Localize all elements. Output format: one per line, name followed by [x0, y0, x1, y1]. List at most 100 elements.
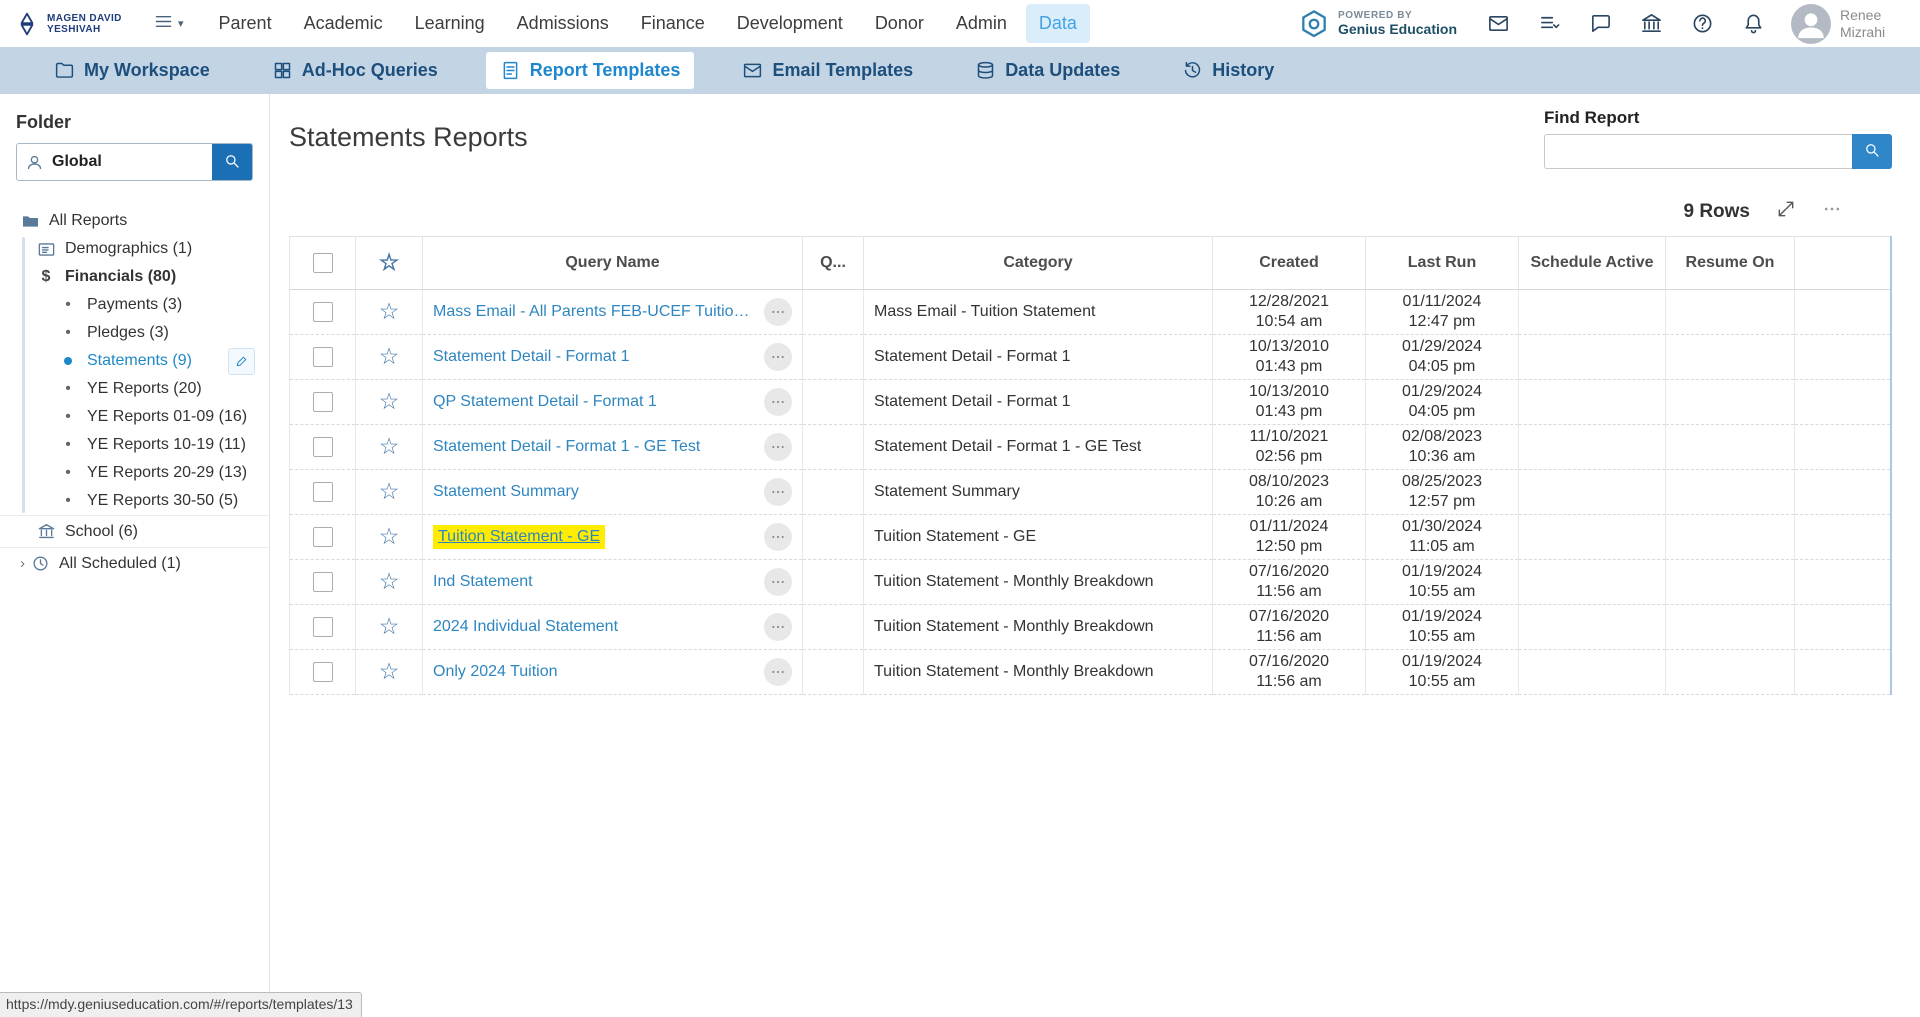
report-link[interactable]: Tuition Statement - GE: [433, 525, 606, 549]
row-actions-button[interactable]: [764, 478, 792, 506]
nav-item-data[interactable]: Data: [1025, 4, 1090, 43]
hamburger-menu-button[interactable]: ▾: [153, 11, 184, 37]
organization-icon[interactable]: [1640, 12, 1663, 35]
row-checkbox[interactable]: [312, 302, 333, 322]
column-header-resume-on[interactable]: Resume On: [1665, 236, 1795, 290]
row-checkbox[interactable]: [312, 482, 333, 502]
grid-menu-button[interactable]: [1822, 199, 1842, 224]
column-header-category[interactable]: Category: [863, 236, 1213, 290]
row-checkbox[interactable]: [312, 617, 333, 637]
report-link[interactable]: Ind Statement: [433, 573, 533, 591]
sidebar-item-financials-80[interactable]: $ Financials (80): [0, 263, 269, 291]
row-checkbox[interactable]: [312, 662, 333, 682]
report-row: ☆ 2024 Individual Statement Tuition Statem…: [289, 604, 1892, 650]
row-actions-button[interactable]: [764, 613, 792, 641]
selected-dot-icon: [58, 357, 78, 365]
star-icon[interactable]: ☆: [379, 298, 400, 324]
find-report-search-button[interactable]: [1852, 134, 1892, 169]
star-icon[interactable]: ☆: [379, 343, 400, 369]
nav-item-donor[interactable]: Donor: [862, 4, 937, 43]
row-checkbox[interactable]: [312, 437, 333, 457]
column-header-q[interactable]: Q...: [802, 236, 864, 290]
folder-search-input[interactable]: [50, 144, 212, 180]
folder-search-button[interactable]: [212, 144, 252, 180]
sidebar-item-ye-reports-30-50-5[interactable]: • YE Reports 30-50 (5): [0, 487, 269, 515]
column-header-query-name[interactable]: Query Name: [422, 236, 803, 290]
cell-query-name: Mass Email - All Parents FEB-UCEF Tuitio…: [422, 289, 803, 335]
expand-grid-button[interactable]: [1776, 199, 1796, 224]
row-checkbox[interactable]: [312, 392, 333, 412]
envelope-icon[interactable]: [1487, 12, 1510, 35]
sidebar-item-label: Payments (3): [87, 296, 183, 313]
sidebar-item-ye-reports-20[interactable]: • YE Reports (20): [0, 375, 269, 403]
created-time: 11:56 am: [1256, 628, 1322, 645]
star-icon[interactable]: ☆: [379, 388, 400, 414]
star-icon[interactable]: ☆: [379, 478, 400, 504]
cell-last-run: 01/29/2024 04:05 pm: [1365, 379, 1519, 425]
star-icon[interactable]: ☆: [379, 523, 400, 549]
edit-folder-button[interactable]: [228, 347, 255, 375]
sidebar-item-demographics-1[interactable]: Demographics (1): [0, 235, 269, 263]
column-header-last-run[interactable]: Last Run: [1365, 236, 1519, 290]
tab-report-templates[interactable]: Report Templates: [485, 52, 695, 89]
sidebar-item-statements-9[interactable]: Statements (9): [0, 347, 269, 375]
report-link[interactable]: 2024 Individual Statement: [433, 618, 618, 636]
column-header-created[interactable]: Created: [1212, 236, 1366, 290]
row-checkbox[interactable]: [312, 347, 333, 367]
report-link[interactable]: Statement Detail - Format 1: [433, 348, 630, 366]
user-menu[interactable]: Renee Mizrahi: [1791, 3, 1904, 44]
sidebar-item-school-6[interactable]: School (6): [0, 515, 269, 547]
nav-item-academic[interactable]: Academic: [291, 4, 396, 43]
sidebar-item-ye-reports-10-19-11[interactable]: • YE Reports 10-19 (11): [0, 431, 269, 459]
column-header-schedule-active[interactable]: Schedule Active: [1518, 236, 1666, 290]
nav-item-development[interactable]: Development: [724, 4, 856, 43]
row-actions-button[interactable]: [764, 433, 792, 461]
tab-email-templates[interactable]: Email Templates: [728, 52, 927, 89]
school-logo[interactable]: MAGEN DAVID YESHIVAH: [14, 11, 139, 37]
row-actions-button[interactable]: [764, 388, 792, 416]
report-link[interactable]: Statement Detail - Format 1 - GE Test: [433, 438, 700, 456]
sidebar-item-all-scheduled-1[interactable]: › All Scheduled (1): [0, 547, 269, 579]
report-link[interactable]: Statement Summary: [433, 483, 579, 501]
sidebar-item-all-reports[interactable]: All Reports: [0, 207, 269, 235]
star-icon[interactable]: ☆: [379, 433, 400, 459]
report-row: ☆ Tuition Statement - GE Tuition Statement…: [289, 514, 1892, 560]
nav-item-admissions[interactable]: Admissions: [504, 4, 622, 43]
sidebar-item-ye-reports-01-09-16[interactable]: • YE Reports 01-09 (16): [0, 403, 269, 431]
find-report-input[interactable]: [1544, 134, 1852, 169]
forms-icon[interactable]: [1538, 12, 1561, 35]
last-run-time: 10:55 am: [1408, 673, 1476, 690]
row-actions-button[interactable]: [764, 343, 792, 371]
row-checkbox[interactable]: [312, 572, 333, 592]
row-actions-button[interactable]: [764, 298, 792, 326]
cell-favorite: ☆: [355, 559, 423, 605]
tab-ad-hoc-queries[interactable]: Ad-Hoc Queries: [258, 52, 452, 89]
tab-my-workspace[interactable]: My Workspace: [40, 52, 224, 89]
report-link[interactable]: Mass Email - All Parents FEB-UCEF Tuitio…: [433, 303, 756, 321]
help-icon[interactable]: [1691, 12, 1714, 35]
nav-item-finance[interactable]: Finance: [628, 4, 718, 43]
sidebar-item-payments-3[interactable]: • Payments (3): [0, 291, 269, 319]
row-actions-button[interactable]: [764, 658, 792, 686]
star-icon[interactable]: ☆: [379, 568, 400, 594]
sidebar-item-ye-reports-20-29-13[interactable]: • YE Reports 20-29 (13): [0, 459, 269, 487]
chat-icon[interactable]: [1589, 12, 1612, 35]
cell-query-name: Statement Detail - Format 1 - GE Test: [422, 424, 803, 470]
row-actions-button[interactable]: [764, 568, 792, 596]
report-link[interactable]: Only 2024 Tuition: [433, 663, 558, 681]
row-checkbox[interactable]: [312, 527, 333, 547]
bell-icon[interactable]: [1742, 12, 1765, 35]
nav-item-parent[interactable]: Parent: [206, 4, 285, 43]
ellipsis-icon: [1822, 199, 1842, 224]
report-link[interactable]: QP Statement Detail - Format 1: [433, 393, 657, 411]
nav-item-admin[interactable]: Admin: [943, 4, 1020, 43]
created-date: 08/10/2023: [1248, 473, 1330, 490]
nav-item-learning[interactable]: Learning: [402, 4, 498, 43]
sidebar-item-pledges-3[interactable]: • Pledges (3): [0, 319, 269, 347]
tab-history[interactable]: History: [1168, 52, 1288, 89]
row-actions-button[interactable]: [764, 523, 792, 551]
select-all-checkbox[interactable]: [312, 253, 333, 273]
star-icon[interactable]: ☆: [379, 613, 400, 639]
star-icon[interactable]: ☆: [379, 658, 400, 684]
tab-data-updates[interactable]: Data Updates: [961, 52, 1134, 89]
